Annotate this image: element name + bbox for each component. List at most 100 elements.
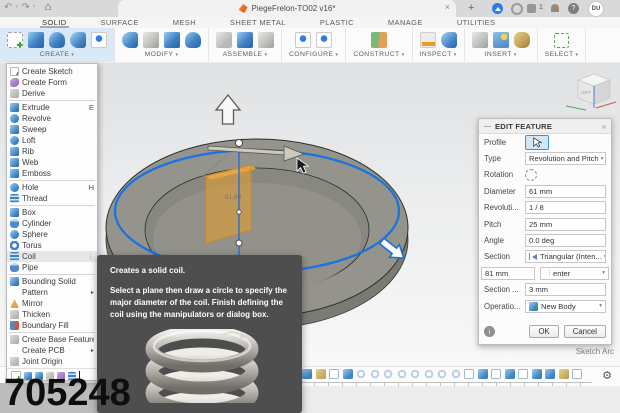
redo-caret-icon[interactable]: ˅ (33, 4, 36, 10)
select-dropdown[interactable]: SELECT▾ (545, 51, 579, 58)
profile-select-button[interactable] (525, 135, 549, 150)
menu-item-hole[interactable]: HoleH (7, 182, 97, 193)
timeline-feature-icon[interactable] (302, 369, 312, 379)
fillet-icon[interactable] (143, 32, 159, 48)
timeline-sketch-icon[interactable] (518, 369, 528, 379)
assemble-dropdown[interactable]: ASSEMBLE▾ (223, 51, 268, 58)
close-tab-icon[interactable]: × (445, 2, 450, 12)
new-component-icon[interactable] (216, 32, 232, 48)
configuration-table-icon[interactable] (316, 32, 332, 48)
timeline-feature-icon[interactable] (505, 369, 515, 379)
insert-mesh-icon[interactable] (514, 32, 530, 48)
document-tab[interactable]: PiegeFrelon-TO02 v16* × (118, 0, 456, 17)
tab-surface[interactable]: SURFACE (99, 17, 141, 29)
dialog-overflow-icon[interactable]: » (602, 122, 606, 131)
menu-item-sweep[interactable]: Sweep (7, 124, 97, 135)
menu-item-loft[interactable]: Loft (7, 135, 97, 146)
redo-icon[interactable]: ↷ (21, 2, 29, 13)
revolutions-input[interactable]: 1 / 8 (525, 201, 606, 214)
collapse-icon[interactable]: — (484, 123, 491, 130)
tab-utilities[interactable]: UTILITIES (455, 17, 498, 29)
menu-item-emboss[interactable]: Emboss (7, 168, 97, 179)
menu-item-web[interactable]: Web (7, 157, 97, 168)
menu-item-sphere[interactable]: Sphere (7, 229, 97, 240)
timeline-ruler[interactable] (300, 382, 592, 386)
timeline-feature-icon[interactable] (343, 369, 353, 379)
operation-dropdown[interactable]: New Body▾ (525, 300, 606, 313)
coil-section-plane[interactable] (206, 165, 251, 243)
timeline-sketch-icon[interactable] (572, 369, 582, 379)
job-status-icon[interactable] (492, 3, 503, 14)
configuration-icon[interactable] (295, 32, 311, 48)
avatar[interactable]: DU (588, 1, 604, 17)
construct-plane-icon[interactable] (371, 32, 387, 48)
ok-button[interactable]: OK (529, 325, 558, 338)
extrude-icon[interactable] (28, 32, 44, 48)
timeline-pattern-icon[interactable] (437, 369, 447, 379)
sweep-icon[interactable] (70, 32, 86, 48)
modify-dropdown[interactable]: MODIFY▾ (145, 51, 179, 58)
timeline-feature-icon[interactable] (545, 369, 555, 379)
timeline-sketch-icon[interactable] (329, 369, 339, 379)
timeline-pattern-icon[interactable] (410, 369, 420, 379)
rotation-direction-icon[interactable] (525, 169, 537, 181)
pivot-handle[interactable] (236, 140, 243, 147)
menu-item-create-pcb[interactable]: Create PCB▸ (7, 345, 97, 356)
shell-icon[interactable] (164, 32, 180, 48)
press-pull-icon[interactable] (122, 32, 138, 48)
axis-handle-low[interactable] (236, 240, 242, 246)
inline-option-dropdown[interactable]: ⋮enter▾ (540, 267, 609, 280)
height-arrow-manipulator[interactable] (216, 95, 240, 124)
canvas-icon[interactable] (493, 32, 509, 48)
cancel-button[interactable]: Cancel (564, 325, 606, 338)
tab-solid[interactable]: SOLID (40, 17, 69, 29)
configure-dropdown[interactable]: CONFIGURE▾ (289, 51, 338, 58)
timeline-settings-gear-icon[interactable]: ⚙ (602, 369, 612, 382)
insert-dropdown[interactable]: INSERT▾ (485, 51, 517, 58)
menu-item-thicken[interactable]: Thicken (7, 309, 97, 320)
joint-icon[interactable] (237, 32, 253, 48)
timeline-feature-icon[interactable] (316, 369, 326, 379)
sync-status-icon[interactable] (511, 3, 523, 15)
menu-item-create-base-feature[interactable]: Create Base Feature (7, 334, 97, 345)
section-dropdown[interactable]: Triangular (Inten...▾ (525, 250, 606, 263)
undo-icon[interactable]: ↶ (4, 2, 12, 13)
menu-item-create-form[interactable]: Create Form (7, 77, 97, 88)
timeline-feature-icon[interactable] (478, 369, 488, 379)
menu-item-thread[interactable]: Thread (7, 193, 97, 204)
tab-manage[interactable]: MANAGE (386, 17, 425, 29)
tab-sheet-metal[interactable]: SHEET METAL (228, 17, 288, 29)
inspect-dropdown[interactable]: INSPECT▾ (420, 51, 457, 58)
timeline-pattern-icon[interactable] (383, 369, 393, 379)
menu-item-rib[interactable]: Rib (7, 146, 97, 157)
menu-item-create-sketch[interactable]: Create Sketch (7, 66, 97, 77)
timeline-pattern-icon[interactable] (370, 369, 380, 379)
menu-item-joint-origin[interactable]: Joint Origin (7, 356, 97, 367)
menu-item-derive[interactable]: Derive (7, 88, 97, 99)
tab-plastic[interactable]: PLASTIC (318, 17, 356, 29)
menu-item-cylinder[interactable]: Cylinder (7, 218, 97, 229)
axis-handle-mid[interactable] (237, 210, 241, 214)
pitch-input[interactable]: 25 mm (525, 218, 606, 231)
undo-caret-icon[interactable]: ˅ (15, 4, 18, 10)
construct-dropdown[interactable]: CONSTRUCT▾ (353, 51, 404, 58)
rigid-group-icon[interactable] (258, 32, 274, 48)
angle-input[interactable]: 0.0 deg (525, 234, 606, 247)
timeline-sketch-icon[interactable] (464, 369, 474, 379)
timeline-pattern-icon[interactable] (451, 369, 461, 379)
menu-item-pattern[interactable]: Pattern▸ (7, 287, 97, 298)
inline-dimension-input[interactable]: 81 mm (481, 267, 535, 280)
timeline-feature-icon[interactable] (532, 369, 542, 379)
viewcube[interactable]: LEFT (566, 74, 616, 110)
tab-mesh[interactable]: MESH (171, 17, 198, 29)
extensions-icon[interactable] (527, 4, 536, 13)
menu-item-coil[interactable]: Coil⋮ (7, 251, 97, 262)
timeline-pattern-icon[interactable] (424, 369, 434, 379)
revolve-icon[interactable] (49, 32, 65, 48)
section-analysis-icon[interactable] (441, 32, 457, 48)
new-tab-button[interactable]: + (468, 2, 474, 14)
timeline-feature-icon[interactable] (559, 369, 569, 379)
create-dropdown[interactable]: CREATE▾ (40, 51, 74, 58)
timeline-pattern-icon[interactable] (397, 369, 407, 379)
pattern-icon[interactable] (91, 32, 107, 48)
